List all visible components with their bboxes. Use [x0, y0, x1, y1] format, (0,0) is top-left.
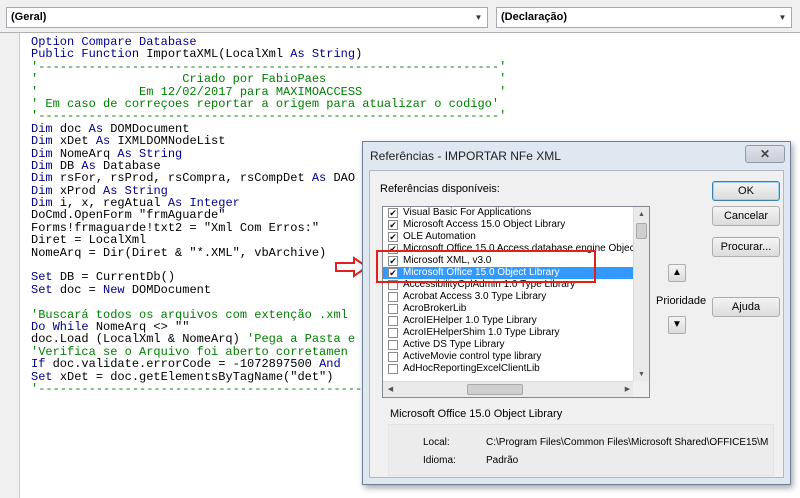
object-combo-value: (Geral)	[11, 11, 47, 23]
chevron-down-icon[interactable]: ▼	[774, 8, 791, 27]
cancel-button[interactable]: Cancelar	[712, 206, 780, 226]
reference-label: ActiveMovie control type library	[403, 351, 542, 362]
code-text-segment: doc =	[59, 282, 104, 297]
selected-reference-title: Microsoft Office 15.0 Object Library	[390, 408, 563, 420]
reference-checkbox[interactable]	[388, 316, 398, 326]
horizontal-scrollbar[interactable]: ◀ ▶	[383, 381, 635, 397]
reference-label: AdHocReportingExcelClientLib	[403, 363, 540, 374]
help-button[interactable]: Ajuda	[712, 297, 780, 317]
reference-checkbox[interactable]	[388, 340, 398, 350]
priority-up-button[interactable]: ▲	[668, 264, 686, 282]
reference-label: Active DS Type Library	[403, 339, 505, 350]
reference-label: AcroIEHelper 1.0 Type Library	[403, 315, 537, 326]
procedure-combo[interactable]: (Declaração) ▼	[496, 7, 792, 28]
reference-item[interactable]: AcroIEHelperShim 1.0 Type Library	[383, 327, 635, 339]
scroll-down-icon[interactable]: ▼	[634, 367, 649, 382]
procedure-combo-value: (Declaração)	[501, 11, 568, 23]
location-value: C:\Program Files\Common Files\Microsoft …	[486, 437, 769, 448]
reference-label: AcroIEHelperShim 1.0 Type Library	[403, 327, 560, 338]
reference-item[interactable]: ✔ Visual Basic For Applications	[383, 207, 635, 219]
annotation-highlight-box	[376, 250, 596, 283]
reference-label: AcroBrokerLib	[403, 303, 467, 314]
reference-checkbox[interactable]	[388, 328, 398, 338]
references-list-items: ✔ Visual Basic For Applications ✔ Microsoft…	[383, 207, 635, 382]
reference-item[interactable]: ✔ OLE Automation	[383, 231, 635, 243]
reference-checkbox[interactable]	[388, 292, 398, 302]
vertical-scrollbar[interactable]: ▲ ▼	[633, 207, 649, 382]
priority-label: Prioridade	[656, 295, 707, 307]
code-keyword: New	[103, 282, 132, 297]
code-keyword: Set	[31, 282, 60, 297]
reference-item[interactable]: AcroBrokerLib	[383, 303, 635, 315]
available-references-label: Referências disponíveis:	[380, 183, 500, 195]
code-comment: '---------------------------------------…	[31, 381, 370, 396]
browse-button[interactable]: Procurar...	[712, 237, 780, 257]
scroll-thumb[interactable]	[636, 223, 647, 239]
scroll-up-icon[interactable]: ▲	[634, 207, 649, 222]
code-text-segment: DOMDocument	[131, 282, 212, 297]
object-combo[interactable]: (Geral) ▼	[6, 7, 488, 28]
reference-label: OLE Automation	[403, 231, 476, 242]
reference-label: Acrobat Access 3.0 Type Library	[403, 291, 547, 302]
reference-checkbox[interactable]	[388, 304, 398, 314]
reference-item[interactable]: ActiveMovie control type library	[383, 351, 635, 363]
language-label: Idioma:	[423, 455, 456, 466]
references-list[interactable]: ✔ Visual Basic For Applications ✔ Microsoft…	[382, 206, 650, 398]
reference-label: Microsoft Access 15.0 Object Library	[403, 219, 566, 230]
reference-item[interactable]: Active DS Type Library	[383, 339, 635, 351]
dialog-titlebar[interactable]: Referências - IMPORTAR NFe XML ✕	[363, 142, 790, 168]
location-label: Local:	[423, 437, 450, 448]
reference-checkbox[interactable]: ✔	[388, 220, 398, 230]
language-value: Padrão	[486, 455, 519, 466]
margin-indicator-bar	[0, 33, 20, 498]
reference-info-frame: Local: C:\Program Files\Common Files\Mic…	[388, 424, 774, 476]
reference-item[interactable]: Acrobat Access 3.0 Type Library	[383, 291, 635, 303]
reference-item[interactable]: AcroIEHelper 1.0 Type Library	[383, 315, 635, 327]
dialog-body: Referências disponíveis: ✔ Visual Basic F…	[369, 170, 784, 478]
scroll-thumb[interactable]	[467, 384, 523, 395]
chevron-down-icon[interactable]: ▼	[470, 8, 487, 27]
reference-checkbox[interactable]	[388, 352, 398, 362]
reference-checkbox[interactable]: ✔	[388, 232, 398, 242]
reference-item[interactable]: ✔ Microsoft Access 15.0 Object Library	[383, 219, 635, 231]
close-button[interactable]: ✕	[745, 145, 785, 163]
ok-button[interactable]: OK	[712, 181, 780, 201]
reference-label: Visual Basic For Applications	[403, 207, 532, 218]
scrollbar-corner	[633, 381, 649, 397]
code-text-segment: DAO	[333, 171, 356, 186]
dialog-title: Referências - IMPORTAR NFe XML	[370, 149, 561, 163]
priority-down-button[interactable]: ▼	[668, 316, 686, 334]
code-keyword: As	[311, 171, 334, 186]
reference-info-group: Local: C:\Program Files\Common Files\Mic…	[380, 408, 776, 476]
code-text-segment: NomeArq = Dir(Diret & "*.XML", vbArchive…	[31, 245, 327, 260]
reference-item[interactable]: AdHocReportingExcelClientLib	[383, 363, 635, 375]
scroll-left-icon[interactable]: ◀	[383, 382, 398, 397]
references-dialog: Referências - IMPORTAR NFe XML ✕ Referên…	[362, 141, 791, 485]
reference-checkbox[interactable]: ✔	[388, 208, 398, 218]
reference-checkbox[interactable]	[388, 364, 398, 374]
